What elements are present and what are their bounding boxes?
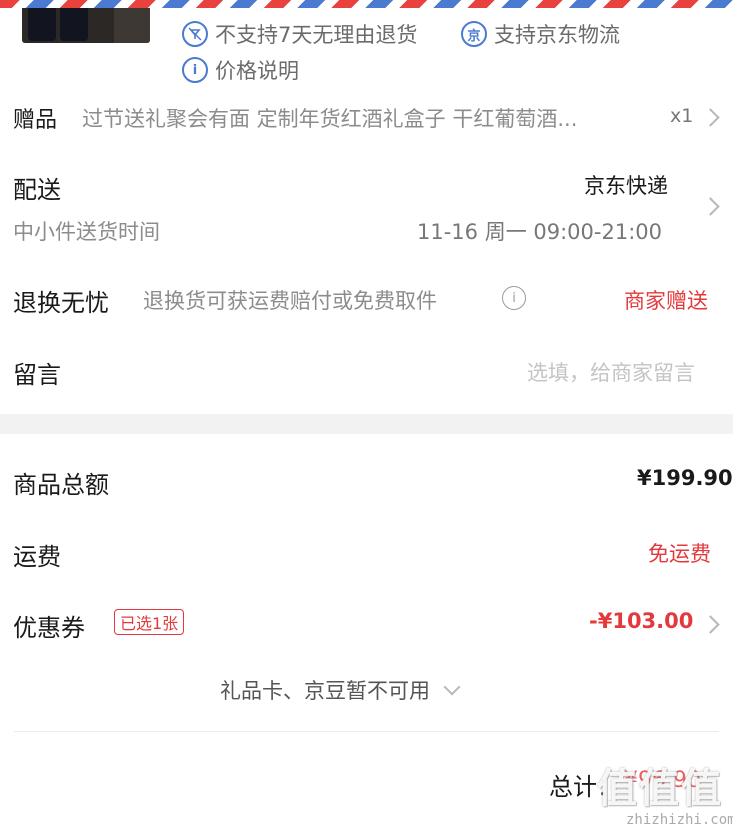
jd-logistics-icon: 京 bbox=[461, 21, 487, 47]
subtotal-label: 商品总额 bbox=[13, 471, 109, 499]
giftcard-text: 礼品卡、京豆暂不可用 bbox=[220, 679, 430, 703]
delivery-time-label: 中小件送货时间 bbox=[13, 220, 160, 244]
gift-label: 赠品 bbox=[13, 108, 58, 133]
service-text: 价格说明 bbox=[215, 59, 299, 83]
gift-name: 过节送礼聚会有面 定制年货红酒礼盒子 干红葡萄酒... bbox=[82, 107, 578, 131]
service-no-return: 不支持7天无理由退货 bbox=[182, 19, 417, 49]
price-explanation-link[interactable]: i 价格说明 bbox=[182, 55, 299, 85]
delivery-label: 配送 bbox=[13, 176, 61, 204]
returns-label: 退换无忧 bbox=[13, 289, 109, 317]
no-return-icon bbox=[182, 21, 208, 47]
shipping-value: 免运费 bbox=[648, 542, 711, 566]
coupon-label: 优惠券 bbox=[13, 614, 85, 642]
wine-can-image bbox=[60, 8, 88, 41]
chevron-right-icon bbox=[701, 615, 720, 634]
message-input[interactable]: 选填，给商家留言 bbox=[527, 357, 695, 387]
chevron-right-icon bbox=[701, 108, 720, 127]
chevron-right-icon bbox=[701, 197, 720, 216]
summary-divider bbox=[14, 731, 719, 732]
giftcard-toggle[interactable]: 礼品卡、京豆暂不可用 bbox=[220, 675, 461, 705]
returns-description: 退换货可获运费赔付或免费取件 bbox=[143, 289, 437, 313]
section-divider bbox=[0, 414, 733, 434]
delivery-carrier: 京东快递 bbox=[584, 174, 668, 198]
chevron-down-icon bbox=[443, 678, 461, 696]
coupon-value: -¥103.00 bbox=[589, 609, 694, 633]
wine-can-image bbox=[28, 8, 56, 41]
gift-quantity: x1 bbox=[670, 105, 694, 127]
service-text: 不支持7天无理由退货 bbox=[215, 23, 418, 47]
shipping-label: 运费 bbox=[13, 543, 61, 571]
returns-status: 商家赠送 bbox=[624, 289, 708, 313]
info-icon: i bbox=[182, 57, 208, 83]
site-watermark: 值值值 bbox=[597, 766, 723, 812]
airmail-border bbox=[0, 0, 733, 8]
coupon-badge: 已选1张 bbox=[114, 609, 185, 635]
service-jd-logistics: 京 支持京东物流 bbox=[461, 19, 620, 49]
product-thumbnail[interactable] bbox=[22, 8, 150, 43]
delivery-time-value: 11-16 周一 09:00-21:00 bbox=[417, 220, 662, 244]
info-icon[interactable]: i bbox=[502, 286, 526, 310]
subtotal-value: ¥199.90 bbox=[637, 466, 733, 490]
gift-box-image bbox=[114, 8, 150, 43]
watermark-url: zhizhizhi.com bbox=[626, 812, 733, 828]
message-label: 留言 bbox=[13, 361, 61, 389]
service-text: 支持京东物流 bbox=[494, 23, 620, 47]
